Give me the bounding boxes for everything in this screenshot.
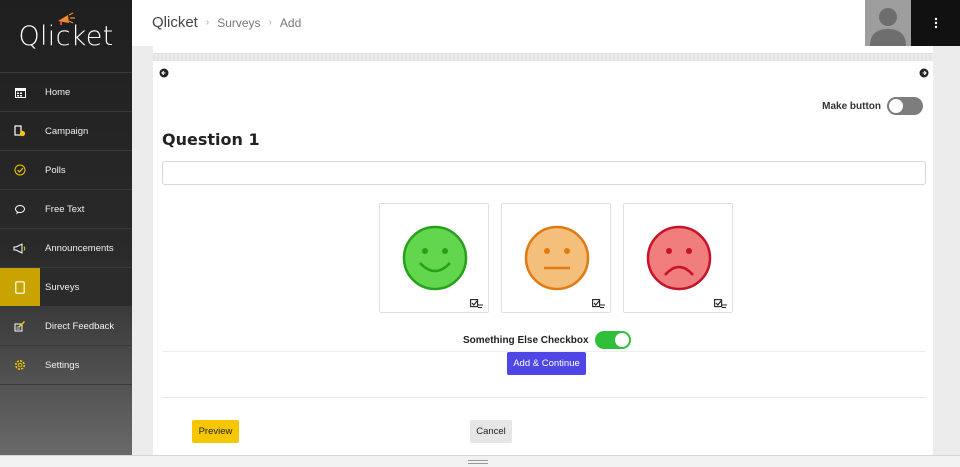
sidebar-item-campaign[interactable]: Campaign — [0, 111, 132, 150]
something-else-toggle[interactable] — [594, 331, 631, 349]
sidebar: Qlicket Home Campaign Polls Free Text An… — [0, 0, 132, 467]
preview-button[interactable]: Preview — [192, 420, 239, 443]
megaphone-icon — [0, 229, 40, 268]
kebab-menu-button[interactable] — [911, 0, 960, 46]
breadcrumb-brand[interactable]: Qlicket — [152, 14, 198, 31]
sidebar-item-label: Direct Feedback — [45, 320, 115, 332]
logo[interactable]: Qlicket — [0, 0, 132, 72]
select-checkbox-icon[interactable] — [470, 299, 484, 309]
toggle-knob — [614, 333, 629, 347]
document-badge-icon — [0, 112, 40, 151]
avatar[interactable] — [865, 0, 911, 46]
happy-face-icon — [402, 225, 468, 291]
gear-icon — [0, 346, 40, 385]
check-circle-icon — [0, 151, 40, 190]
sidebar-item-direct-feedback[interactable]: Direct Feedback — [0, 306, 132, 345]
sidebar-item-label: Campaign — [45, 125, 89, 137]
select-checkbox-icon[interactable] — [714, 299, 728, 309]
card-header-strip — [153, 46, 933, 54]
breadcrumb: Qlicket › Surveys › Add — [152, 14, 301, 31]
sidebar-item-settings[interactable]: Settings — [0, 345, 132, 384]
question-title: Question 1 — [162, 130, 260, 149]
vertical-dots-icon — [934, 17, 937, 29]
make-button-toggle[interactable] — [887, 97, 923, 115]
sidebar-item-home[interactable]: Home — [0, 72, 132, 111]
divider — [162, 397, 926, 398]
sidebar-item-label: Home — [45, 86, 71, 98]
user-silhouette-icon — [870, 8, 906, 46]
arrow-left-icon[interactable] — [159, 68, 169, 78]
chevron-right-icon: › — [268, 17, 272, 28]
sidebar-item-label: Polls — [45, 164, 66, 176]
chevron-right-icon: › — [205, 17, 210, 28]
sidebar-item-label: Free Text — [45, 203, 85, 215]
top-bar: Qlicket › Surveys › Add — [132, 0, 960, 46]
cancel-button[interactable]: Cancel — [470, 420, 512, 443]
select-checkbox-icon[interactable] — [592, 299, 606, 309]
arrow-right-icon[interactable] — [919, 68, 929, 78]
breadcrumb-surveys[interactable]: Surveys — [217, 16, 260, 30]
toggle-knob — [889, 99, 903, 113]
face-option-happy[interactable] — [379, 203, 489, 313]
something-else-label: Something Else Checkbox — [463, 334, 589, 346]
edit-note-icon — [0, 307, 40, 346]
make-button-row: Make button — [822, 97, 923, 115]
megaphone-logo-icon — [58, 12, 75, 25]
calendar-icon — [0, 73, 40, 112]
speech-bubble-icon — [0, 190, 40, 229]
question-input[interactable] — [162, 161, 926, 185]
face-option-sad[interactable] — [623, 203, 733, 313]
sidebar-item-label: Announcements — [45, 242, 114, 254]
breadcrumb-add: Add — [279, 15, 302, 30]
add-continue-button[interactable]: Add & Continue — [507, 352, 586, 375]
survey-form-card: Make button Question 1 Something Else Ch… — [153, 61, 933, 455]
resize-grip-icon[interactable] — [468, 460, 488, 464]
sidebar-item-label: Surveys — [45, 281, 80, 293]
resize-bar[interactable] — [0, 455, 960, 467]
clipboard-icon — [0, 267, 40, 307]
something-else-row: Something Else Checkbox — [463, 331, 631, 349]
sidebar-item-announcements[interactable]: Announcements — [0, 228, 132, 267]
face-option-neutral[interactable] — [501, 203, 611, 313]
sidebar-item-free-text[interactable]: Free Text — [0, 189, 132, 228]
sidebar-item-label: Settings — [45, 359, 80, 371]
sidebar-item-polls[interactable]: Polls — [0, 150, 132, 189]
make-button-label: Make button — [822, 100, 881, 112]
sad-face-icon — [646, 225, 712, 291]
sidebar-item-surveys[interactable]: Surveys — [0, 267, 132, 307]
neutral-face-icon — [524, 225, 590, 291]
